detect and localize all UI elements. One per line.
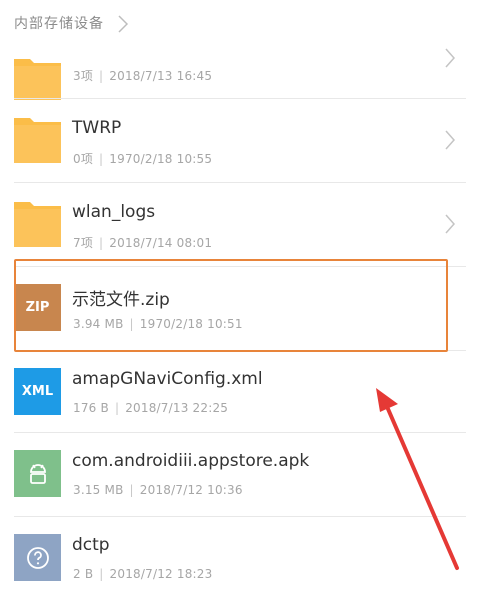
file-date: 2018/7/12 10:36	[139, 483, 243, 497]
file-size: 176 B	[73, 401, 109, 415]
file-meta: 3项 | 2018/7/13 16:45	[73, 69, 213, 83]
file-item-count: 3项	[73, 69, 94, 83]
android-apk-icon	[14, 450, 61, 497]
file-meta: 3.94 MB | 1970/2/18 10:51	[73, 317, 243, 331]
file-date: 2018/7/13 22:25	[125, 401, 229, 415]
question-mark-icon	[26, 546, 49, 569]
file-date: 1970/2/18 10:51	[139, 317, 243, 331]
chevron-right-icon	[118, 15, 129, 33]
xml-file-icon: XML	[14, 368, 61, 415]
unknown-file-icon	[14, 534, 61, 581]
file-item-count: 7项	[73, 236, 94, 250]
breadcrumb-internal-storage[interactable]: 内部存储设备	[14, 13, 104, 33]
file-date: 2018/7/12 18:23	[109, 567, 213, 581]
folder-icon	[14, 53, 61, 100]
file-size: 3.15 MB	[73, 483, 124, 497]
file-size: 3.94 MB	[73, 317, 124, 331]
file-date: 1970/2/18 10:55	[109, 152, 213, 166]
file-name: com.androidiii.appstore.apk	[72, 451, 310, 471]
android-robot-icon	[29, 463, 46, 484]
file-row-zip[interactable]: ZIP 示范文件.zip 3.94 MB | 1970/2/18 10:51	[0, 267, 480, 351]
chevron-right-icon[interactable]	[444, 47, 456, 69]
file-date: 2018/7/14 08:01	[109, 236, 213, 250]
xml-icon-label: XML	[21, 384, 54, 399]
chevron-right-icon[interactable]	[444, 213, 456, 235]
file-row-xml[interactable]: XML amapGNaviConfig.xml 176 B | 2018/7/13 …	[0, 351, 480, 435]
file-meta: 176 B | 2018/7/13 22:25	[73, 401, 229, 415]
file-meta: 3.15 MB | 2018/7/12 10:36	[73, 483, 243, 497]
file-row-wlan-logs[interactable]: wlan_logs 7项 | 2018/7/14 08:01	[0, 183, 480, 267]
file-row-twrp[interactable]: TWRP 0项 | 1970/2/18 10:55	[0, 99, 480, 183]
zip-icon-label: ZIP	[25, 300, 50, 315]
file-name: TWRP	[72, 118, 122, 138]
file-size: 2 B	[73, 567, 94, 581]
file-row-apk[interactable]: com.androidiii.appstore.apk 3.15 MB | 2018…	[0, 433, 480, 517]
file-row-dctp[interactable]: dctp 2 B | 2018/7/12 18:23	[0, 517, 480, 601]
folder-icon	[14, 116, 61, 163]
file-meta: 2 B | 2018/7/12 18:23	[73, 567, 213, 581]
zip-file-icon: ZIP	[14, 284, 61, 331]
chevron-right-icon[interactable]	[444, 129, 456, 151]
file-name: dctp	[72, 535, 110, 555]
file-item-count: 0项	[73, 152, 94, 166]
folder-icon	[14, 200, 61, 247]
file-meta: 7项 | 2018/7/14 08:01	[73, 236, 213, 250]
file-name: amapGNaviConfig.xml	[72, 369, 263, 389]
file-name: wlan_logs	[72, 202, 156, 222]
file-name: 示范文件.zip	[72, 290, 170, 310]
file-date: 2018/7/13 16:45	[109, 69, 213, 83]
file-meta: 0项 | 1970/2/18 10:55	[73, 152, 213, 166]
